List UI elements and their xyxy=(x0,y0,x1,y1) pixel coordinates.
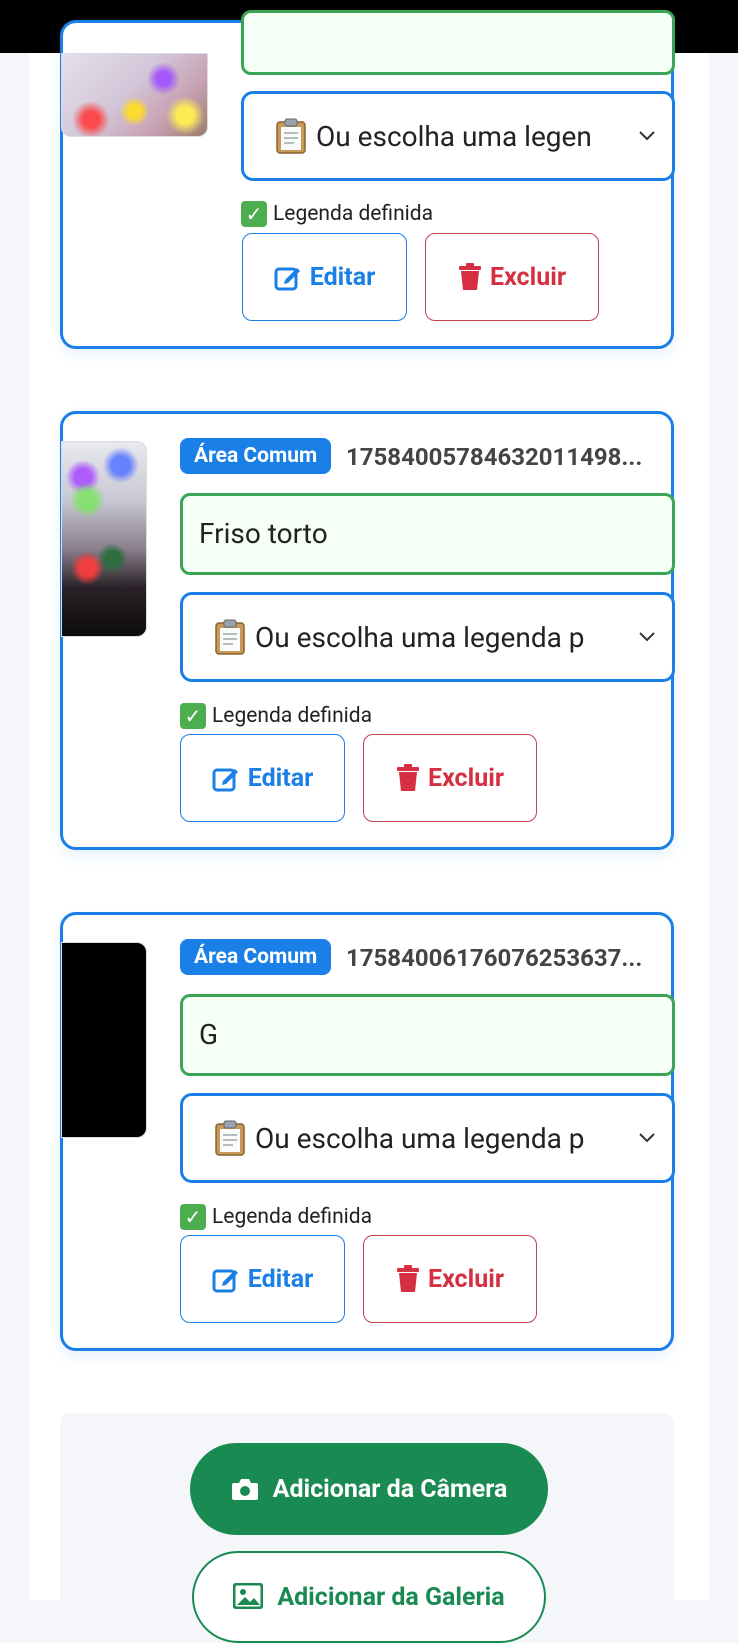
caption-status: ✓ Legenda definida xyxy=(241,201,433,227)
add-from-camera-label: Adicionar da Câmera xyxy=(272,1474,508,1504)
select-value: Ou escolha uma legenda p xyxy=(255,620,585,654)
add-from-gallery-label: Adicionar da Galeria xyxy=(277,1583,505,1612)
caption-input[interactable] xyxy=(241,10,675,75)
delete-button[interactable]: Excluir xyxy=(363,734,537,822)
edit-button[interactable]: Editar xyxy=(180,734,345,822)
image-icon xyxy=(233,1583,264,1609)
photo-thumbnail[interactable] xyxy=(61,441,147,637)
edit-button[interactable]: Editar xyxy=(242,233,407,321)
trash-icon xyxy=(397,764,420,791)
caption-preset-select[interactable]: Ou escolha uma legen xyxy=(241,91,675,181)
pen-square-icon xyxy=(212,768,238,792)
select-value: Ou escolha uma legen xyxy=(316,119,592,153)
chevron-down-icon xyxy=(639,131,655,141)
add-from-gallery-button[interactable]: Adicionar da Galeria xyxy=(192,1551,546,1643)
select-value: Ou escolha uma legenda p xyxy=(255,1121,585,1155)
area-badge: Área Comum xyxy=(180,438,332,474)
check-box-icon: ✓ xyxy=(180,703,206,729)
file-id: 17584005784632011498... xyxy=(346,443,643,471)
caption-status: ✓ Legenda definida xyxy=(180,1204,372,1230)
delete-label: Excluir xyxy=(490,262,566,292)
edit-label: Editar xyxy=(247,1264,314,1294)
add-from-camera-button[interactable]: Adicionar da Câmera xyxy=(190,1443,548,1535)
photo-thumbnail[interactable] xyxy=(61,942,147,1138)
caption-status-text: Legenda definida xyxy=(273,202,434,226)
caption-preset-select[interactable]: Ou escolha uma legenda p xyxy=(180,592,675,682)
edit-button[interactable]: Editar xyxy=(180,1235,345,1323)
caption-preset-select[interactable]: Ou escolha uma legenda p xyxy=(180,1093,675,1183)
trash-icon xyxy=(397,1265,420,1292)
delete-button[interactable]: Excluir xyxy=(363,1235,537,1323)
delete-button[interactable]: Excluir xyxy=(425,233,599,321)
pen-square-icon xyxy=(212,1269,238,1293)
file-id: 17584006176076253637... xyxy=(346,944,643,972)
edit-label: Editar xyxy=(247,763,314,793)
delete-label: Excluir xyxy=(428,763,504,793)
check-box-icon: ✓ xyxy=(241,201,267,227)
caption-input[interactable]: Friso torto xyxy=(180,493,675,575)
photo-thumbnail[interactable] xyxy=(61,53,208,137)
delete-label: Excluir xyxy=(428,1264,504,1294)
clipboard-icon xyxy=(276,118,306,154)
caption-status-text: Legenda definida xyxy=(212,704,373,728)
pen-square-icon xyxy=(274,267,300,291)
caption-status: ✓ Legenda definida xyxy=(180,703,372,729)
camera-icon xyxy=(231,1479,258,1500)
check-box-icon: ✓ xyxy=(180,1204,206,1230)
trash-icon xyxy=(459,263,482,290)
clipboard-icon xyxy=(215,619,245,655)
area-badge: Área Comum xyxy=(180,939,332,975)
caption-input[interactable]: G xyxy=(180,994,675,1076)
chevron-down-icon xyxy=(639,1133,655,1143)
clipboard-icon xyxy=(215,1120,245,1156)
edit-label: Editar xyxy=(309,262,376,292)
caption-status-text: Legenda definida xyxy=(212,1205,373,1229)
chevron-down-icon xyxy=(639,632,655,642)
